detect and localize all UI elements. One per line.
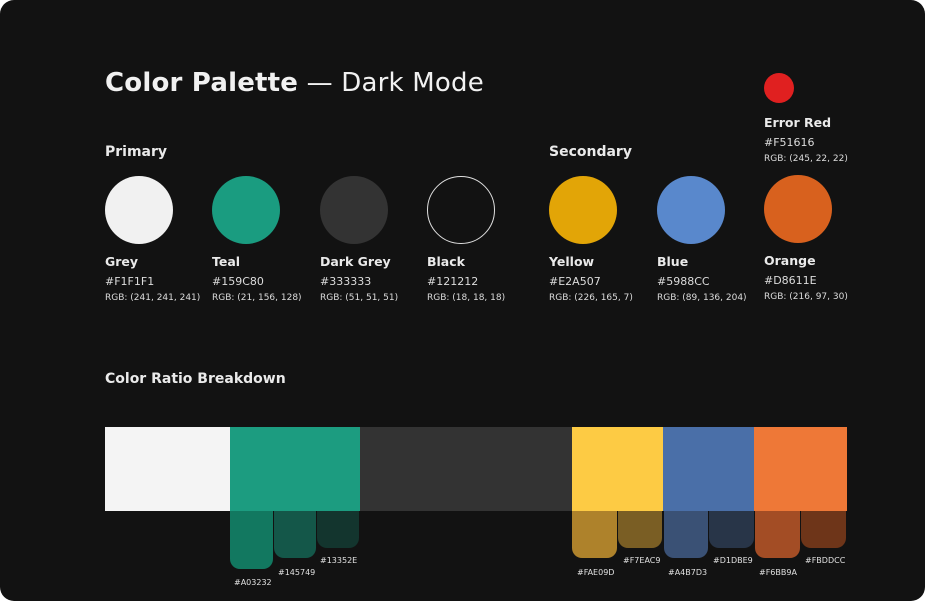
swatch-circle bbox=[657, 176, 725, 244]
shade-label: #A4B7D3 bbox=[668, 568, 708, 577]
shade-label: #13352E bbox=[320, 556, 358, 565]
page-title-subtitle: Dark Mode bbox=[341, 68, 484, 98]
swatch-circle bbox=[764, 73, 794, 103]
swatch-name: Black bbox=[427, 254, 465, 269]
ratio-segment bbox=[663, 427, 754, 511]
ratio-segment bbox=[230, 427, 360, 511]
palette-card: Color Palette — Dark Mode Primary Second… bbox=[0, 0, 925, 601]
swatch-orange: Orange #D8611E RGB: (216, 97, 30) bbox=[764, 175, 894, 302]
swatch-circle bbox=[212, 176, 280, 244]
shade-label: #FAE09D bbox=[577, 568, 615, 577]
ratio-segment bbox=[360, 427, 572, 511]
swatch-circle bbox=[549, 176, 617, 244]
swatch-name: Orange bbox=[764, 253, 816, 268]
page-title-main: Color Palette bbox=[105, 68, 299, 98]
swatch-rgb: RGB: (216, 97, 30) bbox=[764, 292, 848, 302]
swatch-circle bbox=[427, 176, 495, 244]
swatch-black: Black #121212 RGB: (18, 18, 18) bbox=[427, 176, 557, 303]
shade-label: #F7EAC9 bbox=[623, 556, 661, 565]
swatch-circle bbox=[764, 175, 832, 243]
shade-label: #145749 bbox=[278, 568, 316, 577]
swatch-name: Error Red bbox=[764, 115, 832, 130]
swatch-circle bbox=[105, 176, 173, 244]
swatch-rgb: RGB: (18, 18, 18) bbox=[427, 293, 506, 303]
shade-label: #FBDDCC bbox=[805, 556, 846, 565]
secondary-section-label: Secondary bbox=[549, 144, 632, 160]
page-title: Color Palette — Dark Mode bbox=[105, 68, 484, 98]
swatch-error-red: Error Red #F51616 RGB: (245, 22, 22) bbox=[764, 73, 894, 164]
swatch-rgb: RGB: (245, 22, 22) bbox=[764, 154, 848, 164]
primary-section-label: Primary bbox=[105, 144, 168, 160]
swatch-hex: #D8611E bbox=[764, 274, 817, 287]
page-title-separator: — bbox=[306, 68, 333, 98]
swatch-hex: #121212 bbox=[427, 275, 479, 288]
swatch-circle bbox=[320, 176, 388, 244]
ratio-segment bbox=[572, 427, 663, 511]
shade-label: #A03232 bbox=[234, 578, 272, 587]
shade-label: #D1DBE9 bbox=[713, 556, 753, 565]
swatch-hex: #F51616 bbox=[764, 136, 815, 149]
ratio-segment bbox=[105, 427, 230, 511]
ratio-section-label: Color Ratio Breakdown bbox=[105, 371, 286, 387]
shade-label: #F6BB9A bbox=[759, 568, 797, 577]
ratio-segment bbox=[754, 427, 847, 511]
